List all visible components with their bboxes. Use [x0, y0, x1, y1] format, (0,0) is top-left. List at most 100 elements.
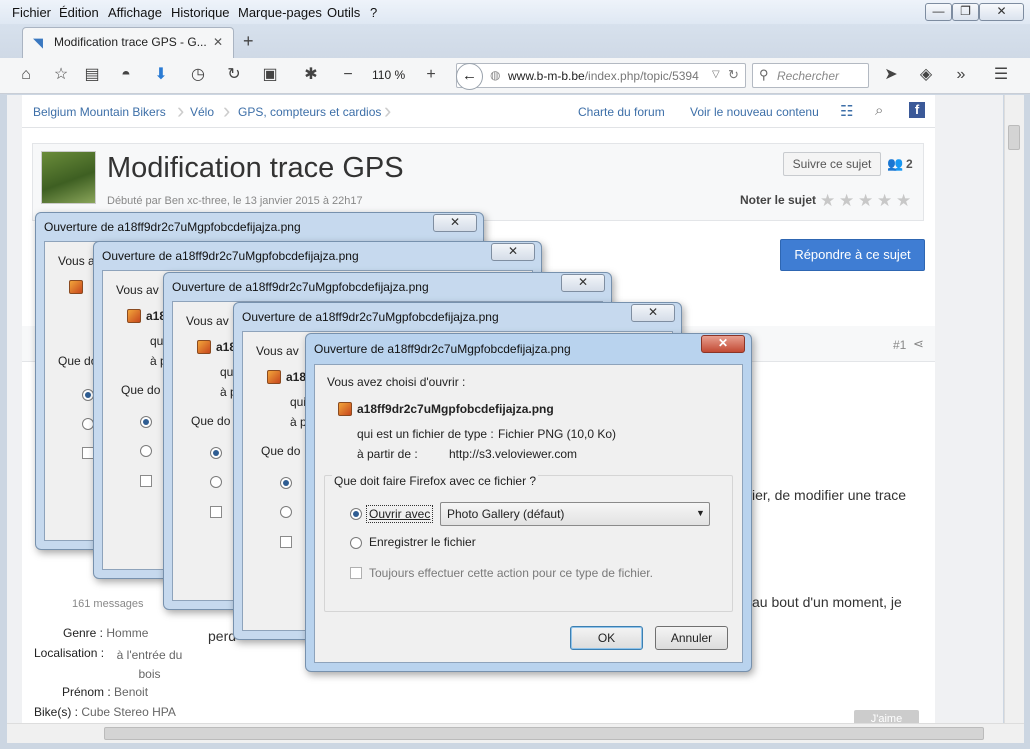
home-icon[interactable]: ⌂: [16, 66, 36, 84]
download-icon[interactable]: ⬇: [151, 66, 171, 84]
maximize-button[interactable]: ❐: [952, 3, 979, 21]
history-icon[interactable]: ◷: [188, 66, 208, 84]
new-tab-button[interactable]: +: [243, 31, 254, 52]
share-send-icon[interactable]: ➤: [881, 66, 901, 84]
save-file-radio[interactable]: [350, 537, 362, 549]
overflow-chevron-icon[interactable]: »: [951, 66, 971, 84]
menu-outils[interactable]: Outils: [327, 5, 360, 20]
always-checkbox[interactable]: [280, 536, 292, 548]
author-field-label: Localisation :: [34, 646, 105, 660]
breadcrumb-gps[interactable]: GPS, compteurs et cardios: [238, 105, 381, 119]
topic-title: Modification trace GPS: [107, 152, 404, 184]
reload-icon[interactable]: ↻: [728, 67, 739, 83]
dialog-close-button[interactable]: ✕: [433, 214, 477, 232]
rating-star-icon[interactable]: ★: [896, 191, 911, 211]
search-box[interactable]: ⚲ Rechercher: [752, 63, 869, 88]
always-checkbox[interactable]: [350, 567, 362, 579]
save-file-radio[interactable]: [210, 476, 222, 488]
dialog-text-fragment: Vous av: [186, 314, 229, 328]
follow-topic-button[interactable]: Suivre ce sujet: [783, 152, 881, 176]
always-checkbox[interactable]: [210, 506, 222, 518]
rating-star-icon[interactable]: ★: [877, 191, 892, 211]
like-button[interactable]: J'aime: [854, 710, 919, 723]
open-with-label[interactable]: Ouvrir avec: [366, 505, 434, 523]
menu-historique[interactable]: Historique: [171, 5, 230, 20]
post-number[interactable]: #1: [893, 338, 906, 352]
png-file-icon: [338, 402, 352, 416]
forum-charter-link[interactable]: Charte du forum: [578, 105, 665, 119]
dialog-text-fragment: Que do: [58, 354, 98, 368]
menu-edition[interactable]: Édition: [59, 5, 99, 20]
facebook-icon[interactable]: f: [909, 102, 925, 118]
search-placeholder: Rechercher: [777, 69, 840, 83]
application-select[interactable]: Photo Gallery (défaut) ▼: [440, 502, 710, 526]
rating-star-icon[interactable]: ★: [820, 191, 835, 211]
horizontal-scroll-thumb[interactable]: [104, 727, 984, 740]
dialog-close-button[interactable]: ✕: [491, 243, 535, 261]
bookmark-favicon-icon: ◥: [33, 35, 43, 50]
png-file-icon: [267, 370, 281, 384]
breadcrumb-velo[interactable]: Vélo: [190, 105, 214, 119]
file-name: a18ff9dr2c7uMgpfobcdefijajza.png: [357, 402, 554, 416]
open-with-radio[interactable]: [210, 447, 222, 459]
ok-button[interactable]: OK: [570, 626, 643, 650]
open-with-radio[interactable]: [140, 416, 152, 428]
settings-gear-icon[interactable]: ✱: [301, 66, 321, 84]
application-select-value: Photo Gallery (défaut): [447, 507, 565, 521]
author-avatar[interactable]: [41, 151, 96, 204]
file-source-value: http://s3.veloviewer.com: [449, 447, 578, 461]
menu-marque-pages[interactable]: Marque-pages: [238, 5, 322, 20]
window-close-button[interactable]: ✕: [979, 3, 1024, 21]
png-file-icon: [197, 340, 211, 354]
open-with-radio[interactable]: [280, 477, 292, 489]
dialog-title: Ouverture de a18ff9dr2c7uMgpfobcdefijajz…: [242, 310, 499, 324]
bookmarks-list-icon[interactable]: ▤: [82, 66, 102, 84]
share-icon[interactable]: ⋖: [913, 336, 924, 352]
dialog-text-fragment: Que do: [261, 444, 301, 458]
menu-help[interactable]: ?: [370, 5, 377, 20]
save-file-radio[interactable]: [140, 445, 152, 457]
save-file-label[interactable]: Enregistrer le fichier: [369, 535, 476, 549]
author-field-label: Prénom :: [62, 685, 111, 699]
search-page-icon[interactable]: ⌕: [875, 102, 883, 119]
cancel-button[interactable]: Annuler: [655, 626, 728, 650]
minimize-button[interactable]: —: [925, 3, 952, 21]
sidebar-icon[interactable]: ▣: [260, 66, 280, 84]
tab-title: Modification trace GPS - G...: [54, 35, 207, 49]
dialog-close-button[interactable]: ✕: [561, 274, 605, 292]
reply-button[interactable]: Répondre à ce sujet: [780, 239, 925, 271]
breadcrumb-home[interactable]: Belgium Mountain Bikers: [33, 105, 166, 119]
bookmark-star-icon[interactable]: ☆: [51, 66, 71, 84]
zoom-in-button[interactable]: +: [421, 66, 441, 84]
sync-icon[interactable]: ↻: [224, 66, 244, 84]
tab-active[interactable]: ◥ Modification trace GPS - G... ✕: [22, 27, 234, 58]
horizontal-scrollbar[interactable]: [7, 723, 1024, 743]
url-dropdown-icon[interactable]: ▽: [712, 69, 720, 80]
new-content-link[interactable]: Voir le nouveau contenu: [690, 105, 819, 119]
rating-star-icon[interactable]: ★: [858, 191, 873, 211]
list-view-icon[interactable]: ☷: [840, 102, 853, 120]
always-checkbox[interactable]: [140, 475, 152, 487]
private-mask-icon[interactable]: ◓: [116, 66, 136, 84]
dialog-close-button[interactable]: ✕: [701, 335, 745, 353]
zoom-level[interactable]: 110 %: [372, 68, 405, 82]
dialog-close-button[interactable]: ✕: [631, 304, 675, 322]
menu-affichage[interactable]: Affichage: [108, 5, 162, 20]
chosen-label: Vous avez choisi d'ouvrir :: [327, 375, 466, 389]
file-type-value: Fichier PNG (10,0 Ko): [498, 427, 617, 441]
tab-close-icon[interactable]: ✕: [213, 35, 223, 49]
vertical-scrollbar[interactable]: [1004, 95, 1024, 723]
save-file-radio[interactable]: [280, 506, 292, 518]
open-with-radio[interactable]: [350, 508, 362, 520]
zoom-out-button[interactable]: −: [338, 66, 358, 84]
png-file-icon: [69, 280, 83, 294]
menu-hamburger-icon[interactable]: ☰: [991, 66, 1011, 84]
vertical-scroll-thumb[interactable]: [1008, 125, 1020, 150]
url-bar[interactable]: ← ◍ www.b-m-b.be/index.php/topic/5394 ▽ …: [456, 63, 746, 90]
addon-icon[interactable]: ◈: [916, 66, 936, 84]
menu-fichier[interactable]: Fichier: [12, 5, 51, 20]
back-button[interactable]: ←: [456, 63, 483, 90]
rating-star-icon[interactable]: ★: [839, 191, 854, 211]
always-label[interactable]: Toujours effectuer cette action pour ce …: [369, 566, 653, 580]
followers-count: 2: [906, 157, 913, 171]
